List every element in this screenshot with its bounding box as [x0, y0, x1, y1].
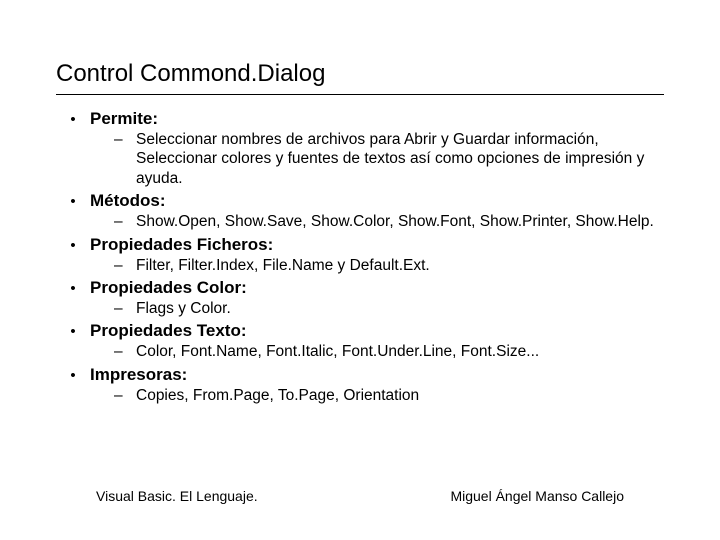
section-desc: Seleccionar nombres de archivos para Abr…: [136, 130, 664, 188]
section-label: Propiedades Ficheros:: [90, 235, 273, 255]
slide-title: Control Commond.Dialog: [56, 60, 664, 95]
footer-left: Visual Basic. El Lenguaje.: [96, 488, 258, 504]
section-label: Propiedades Texto:: [90, 321, 247, 341]
section-item: • Permite: – Seleccionar nombres de arch…: [56, 109, 664, 188]
section-label: Permite:: [90, 109, 158, 129]
bullet-level1: •: [56, 323, 90, 340]
section-desc-item: – Seleccionar nombres de archivos para A…: [114, 130, 664, 188]
section-label: Propiedades Color:: [90, 278, 247, 298]
section-desc-item: – Flags y Color.: [114, 299, 664, 318]
bullet-level2: –: [114, 299, 136, 318]
section-item: • Propiedades Ficheros: – Filter, Filter…: [56, 235, 664, 275]
section-label: Impresoras:: [90, 365, 187, 385]
bullet-level2: –: [114, 342, 136, 361]
bullet-level1: •: [56, 111, 90, 128]
bullet-level2: –: [114, 130, 136, 149]
slide-footer: Visual Basic. El Lenguaje. Miguel Ángel …: [0, 488, 720, 504]
section-desc-item: – Filter, Filter.Index, File.Name y Defa…: [114, 256, 664, 275]
section-desc: Copies, From.Page, To.Page, Orientation: [136, 386, 664, 405]
bullet-level2: –: [114, 256, 136, 275]
section-list: • Permite: – Seleccionar nombres de arch…: [56, 109, 664, 405]
section-desc-item: – Color, Font.Name, Font.Italic, Font.Un…: [114, 342, 664, 361]
section-item: • Impresoras: – Copies, From.Page, To.Pa…: [56, 365, 664, 405]
section-desc: Color, Font.Name, Font.Italic, Font.Unde…: [136, 342, 664, 361]
section-item: • Métodos: – Show.Open, Show.Save, Show.…: [56, 191, 664, 231]
section-desc: Filter, Filter.Index, File.Name y Defaul…: [136, 256, 664, 275]
bullet-level2: –: [114, 386, 136, 405]
section-desc-item: – Show.Open, Show.Save, Show.Color, Show…: [114, 212, 664, 231]
bullet-level1: •: [56, 237, 90, 254]
bullet-level2: –: [114, 212, 136, 231]
section-desc: Flags y Color.: [136, 299, 664, 318]
section-desc: Show.Open, Show.Save, Show.Color, Show.F…: [136, 212, 664, 231]
bullet-level1: •: [56, 367, 90, 384]
section-item: • Propiedades Color: – Flags y Color.: [56, 278, 664, 318]
section-item: • Propiedades Texto: – Color, Font.Name,…: [56, 321, 664, 361]
footer-right: Miguel Ángel Manso Callejo: [450, 488, 624, 504]
section-desc-item: – Copies, From.Page, To.Page, Orientatio…: [114, 386, 664, 405]
bullet-level1: •: [56, 280, 90, 297]
section-label: Métodos:: [90, 191, 166, 211]
bullet-level1: •: [56, 193, 90, 210]
